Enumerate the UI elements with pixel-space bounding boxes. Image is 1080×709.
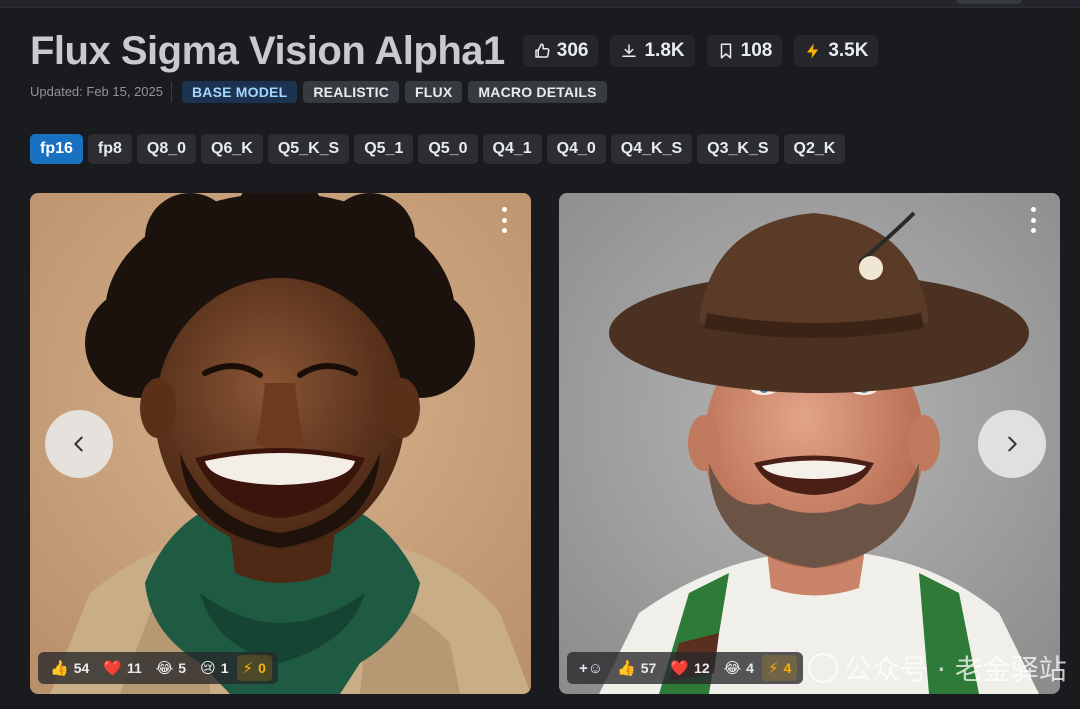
tag-realistic[interactable]: REALISTIC [303,81,400,103]
heart-emoji-icon: ❤️ [103,659,122,677]
thumbs-up-emoji-icon: 👍 [617,659,636,677]
bookmark-icon [720,43,731,59]
watermark: 公众号 · 老金驿站 [808,648,1067,688]
reaction-buzz-button[interactable]: ⚡ 4 [761,655,798,681]
tag-macro-details[interactable]: MACRO DETAILS [468,81,607,103]
version-tabs: fp16 fp8 Q8_0 Q6_K Q5_K_S Q5_1 Q5_0 Q4_1… [30,134,846,164]
version-tab-q3-k-s[interactable]: Q3_K_S [697,134,779,164]
top-nav-bar [0,0,1080,8]
top-nav-button[interactable] [956,0,1022,4]
version-tab-q4-k-s[interactable]: Q4_K_S [610,134,693,164]
tag-flux[interactable]: FLUX [405,81,463,103]
version-tab-fp8[interactable]: fp8 [87,134,132,164]
version-tab-q4-0[interactable]: Q4_0 [546,134,606,164]
download-count: 1.8K [644,40,685,61]
chevron-right-icon [1008,436,1017,452]
reaction-heart-count: 12 [694,660,710,676]
kebab-menu-icon[interactable] [1026,207,1040,233]
thumbs-up-emoji-icon: 👍 [50,659,69,677]
version-tab-q6-k[interactable]: Q6_K [201,134,263,164]
reaction-heart-count: 11 [126,660,142,676]
bookmark-count: 108 [740,40,773,61]
tag-base-model[interactable]: BASE MODEL [182,81,298,103]
reaction-bar: +☺ 👍 57 ❤️ 12 😂 4 ⚡ 4 [567,652,804,684]
reaction-cry-count: 1 [220,660,229,676]
version-tab-q4-1[interactable]: Q4_1 [482,134,542,164]
thumb-up-icon [535,43,550,58]
heart-emoji-icon: ❤️ [670,659,690,677]
wechat-icon [808,653,838,683]
version-tab-q8-0[interactable]: Q8_0 [136,134,197,164]
laugh-emoji-icon: 😂 [155,659,174,677]
model-title: Flux Sigma Vision Alpha1 [30,28,505,73]
reaction-buzz-count: 4 [783,660,792,676]
version-tab-q5-1[interactable]: Q5_1 [354,134,414,164]
version-tab-q5-k-s[interactable]: Q5_K_S [267,134,350,164]
carousel-prev-button[interactable] [45,410,113,478]
bolt-icon: ⚡ [242,659,254,677]
cry-emoji-icon: 😢 [200,659,216,677]
like-stat-button[interactable]: 306 [522,35,599,67]
download-icon [622,44,637,57]
reaction-like-count: 57 [640,660,657,676]
buzz-stat-button[interactable]: 3.5K [794,35,879,67]
updated-date: Updated: Feb 15, 2025 [30,82,172,102]
version-tab-q2-k[interactable]: Q2_K [783,134,846,164]
reaction-laugh-button[interactable]: 😂 4 [718,655,760,681]
reaction-heart-button[interactable]: ❤️ 11 [97,655,148,681]
version-tab-q5-0[interactable]: Q5_0 [418,134,478,164]
carousel-next-button[interactable] [978,410,1046,478]
version-tab-fp16[interactable]: fp16 [30,134,83,164]
reaction-buzz-count: 0 [258,660,266,676]
bolt-icon: ⚡ [767,659,779,677]
reaction-buzz-button[interactable]: ⚡ 0 [236,655,272,681]
reaction-laugh-button[interactable]: 😂 5 [150,655,192,681]
model-header: Flux Sigma Vision Alpha1 306 1.8K 108 3.… [30,28,879,74]
reaction-like-button[interactable]: 👍 57 [611,655,662,681]
reaction-laugh-count: 4 [746,660,754,676]
add-reaction-button[interactable]: +☺ [573,655,609,681]
reaction-heart-button[interactable]: ❤️ 12 [664,655,715,681]
chevron-left-icon [74,436,83,452]
add-reaction-icon: +☺ [579,659,604,677]
reaction-cry-button[interactable]: 😢 1 [194,655,234,681]
bolt-icon [807,43,819,59]
reaction-like-count: 54 [73,660,90,676]
like-count: 306 [556,40,589,61]
watermark-text: 公众号 · 老金驿站 [844,653,1067,686]
reaction-like-button[interactable]: 👍 54 [44,655,95,681]
reaction-laugh-count: 5 [178,660,187,676]
reaction-bar: 👍 54 ❤️ 11 😂 5 😢 1 ⚡ 0 [38,652,278,684]
laugh-emoji-icon: 😂 [723,659,742,677]
model-meta: Updated: Feb 15, 2025 BASE MODEL REALIST… [30,81,607,103]
kebab-menu-icon[interactable] [497,207,511,233]
download-stat-button[interactable]: 1.8K [610,35,695,67]
buzz-count: 3.5K [828,40,869,61]
bookmark-stat-button[interactable]: 108 [706,35,783,67]
